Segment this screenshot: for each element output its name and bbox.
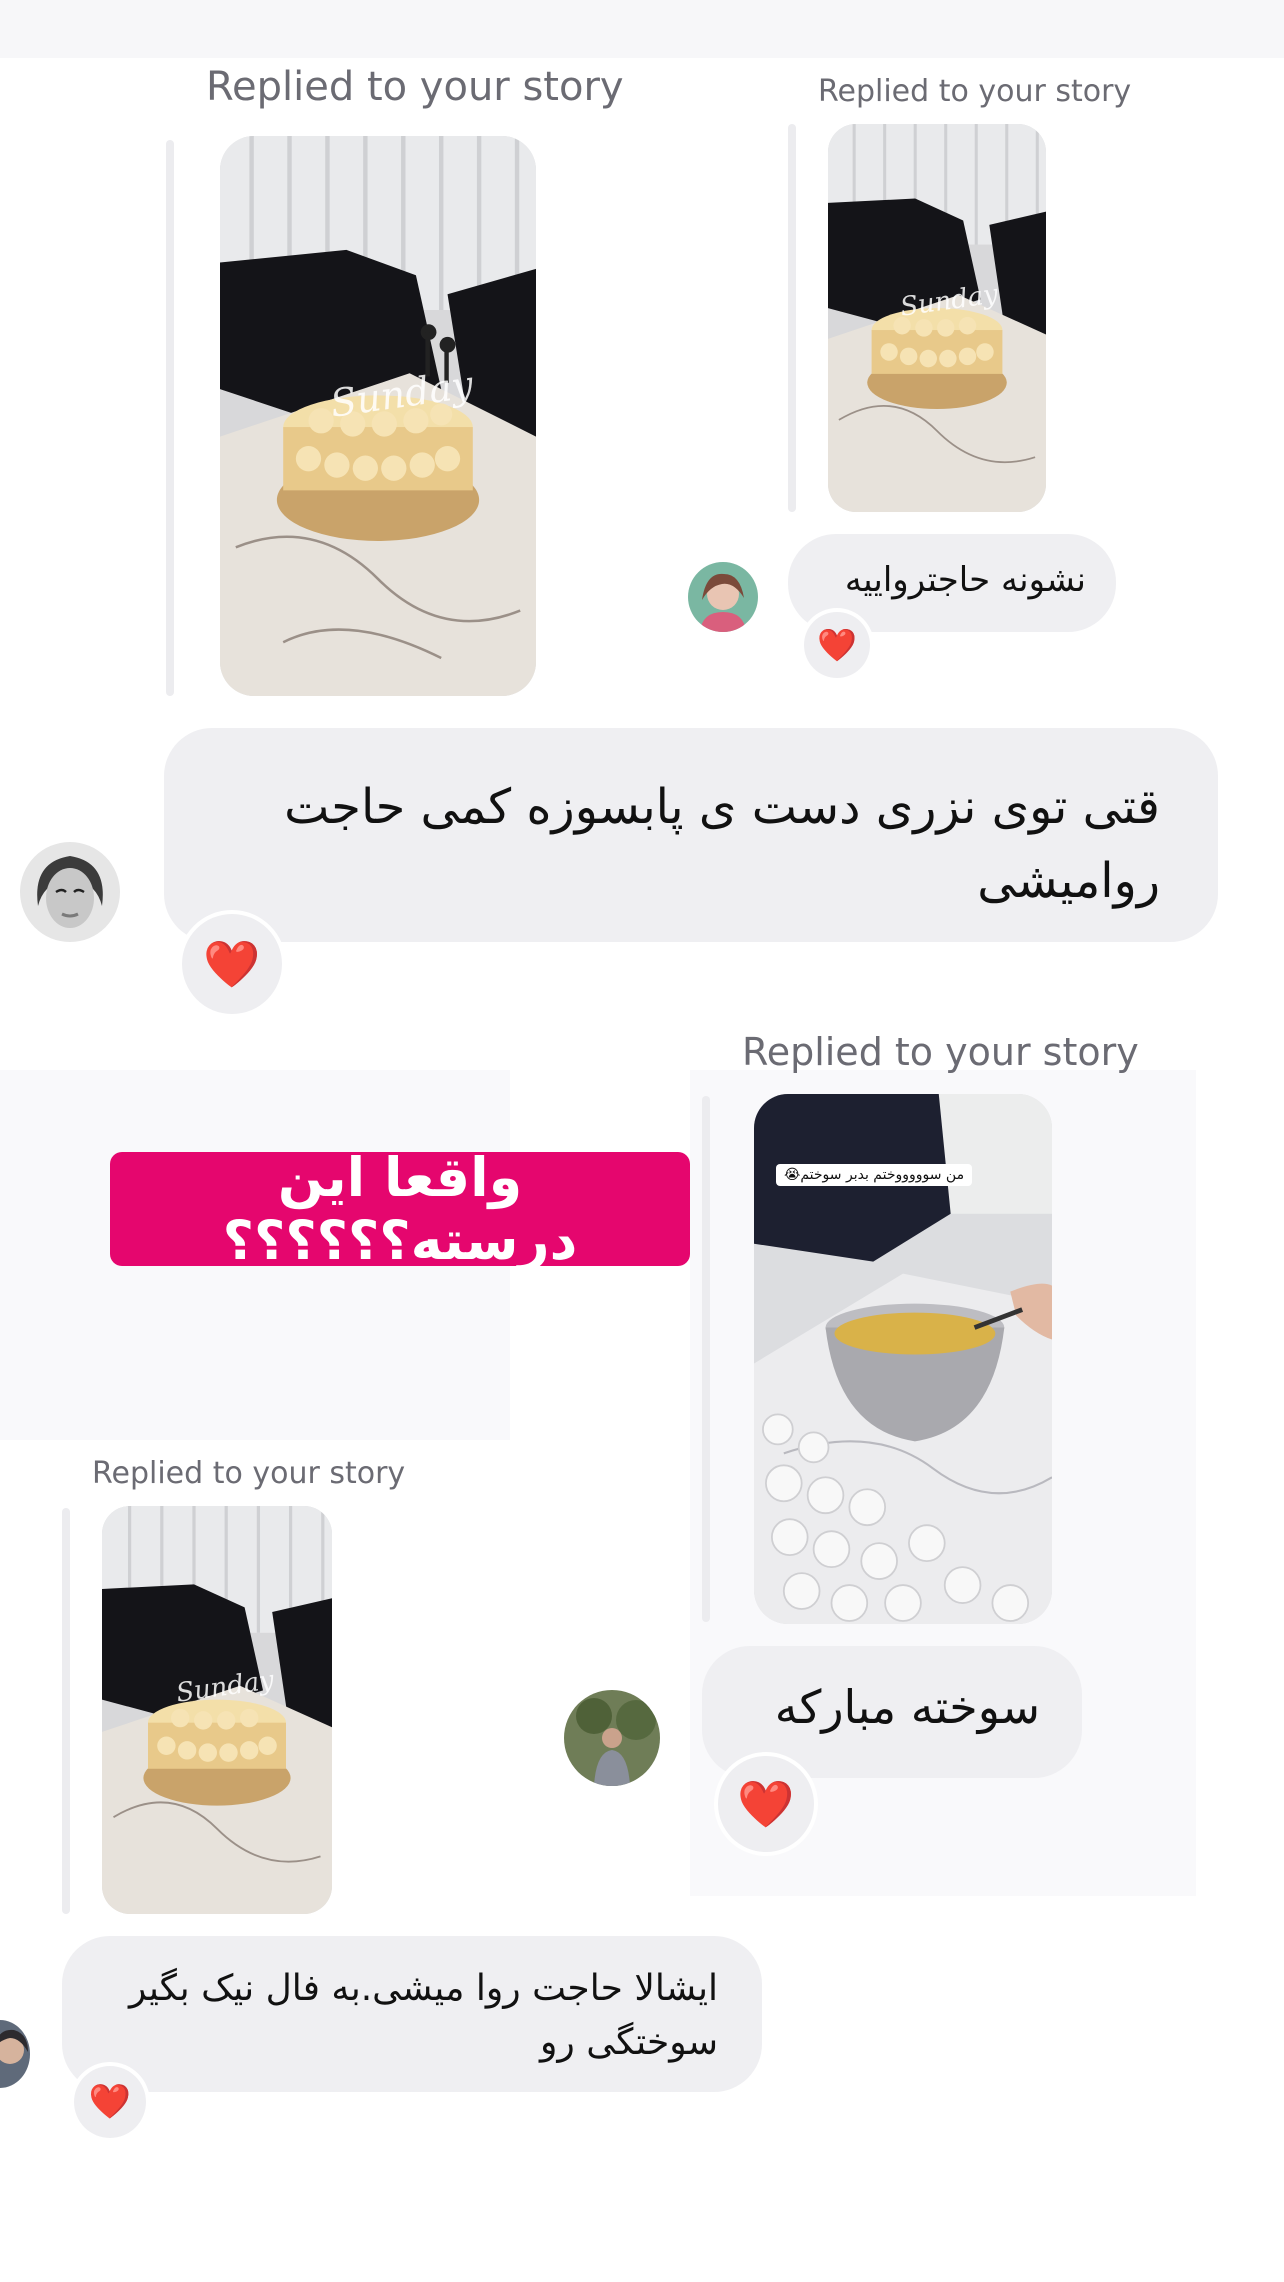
- heart-icon: ❤️: [203, 936, 261, 991]
- avatar-image: [20, 842, 120, 942]
- replied-to-story-label: Replied to your story: [742, 1030, 1139, 1074]
- sticker-text: واقعا این درسته؟؟؟؟؟؟: [222, 1146, 578, 1272]
- heart-icon: ❤️: [737, 1776, 795, 1831]
- reply-rail: [702, 1096, 710, 1622]
- avatar[interactable]: [20, 842, 120, 942]
- avatar-image: [688, 562, 758, 632]
- reply-rail: [166, 140, 174, 696]
- replied-to-story-label: Replied to your story: [92, 1456, 406, 1491]
- top-bar: [0, 0, 1284, 58]
- heart-reaction[interactable]: ❤️: [804, 612, 870, 678]
- heart-reaction[interactable]: ❤️: [74, 2066, 146, 2138]
- avatar[interactable]: [564, 1690, 660, 1786]
- message-bubble[interactable]: قتی توی نزری دست ی پابسوزه کمی حاجت روام…: [164, 728, 1218, 942]
- story-question-sticker: واقعا این درسته؟؟؟؟؟؟: [110, 1146, 690, 1272]
- message-text: ایشالا حاجت روا میشی.به فال نیک بگیر سوخ…: [129, 1968, 718, 2063]
- replied-to-story-label: Replied to your story: [818, 74, 1132, 109]
- message-text: نشونه حاجتروایيه: [844, 560, 1086, 600]
- heart-reaction[interactable]: ❤️: [182, 914, 282, 1014]
- message-text: سوخته مبارکه: [774, 1680, 1040, 1734]
- heart-icon: ❤️: [88, 2082, 132, 2122]
- avatar[interactable]: [0, 2020, 30, 2088]
- avatar-image: [564, 1690, 660, 1786]
- avatar-image: [0, 2020, 30, 2088]
- story-thumbnail[interactable]: [828, 124, 1046, 512]
- reply-rail: [62, 1508, 70, 1914]
- story-thumbnail[interactable]: [102, 1506, 332, 1914]
- story-image: [102, 1506, 332, 1914]
- story-image: [828, 124, 1046, 512]
- message-bubble[interactable]: ایشالا حاجت روا میشی.به فال نیک بگیر سوخ…: [62, 1936, 762, 2092]
- reply-rail: [788, 124, 796, 512]
- story-caption-sticker: من سوووووختم بدبر سوختم😭: [776, 1164, 973, 1186]
- heart-reaction[interactable]: ❤️: [718, 1756, 814, 1852]
- replied-to-story-label: Replied to your story: [206, 64, 624, 110]
- heart-icon: ❤️: [817, 626, 857, 664]
- avatar[interactable]: [688, 562, 758, 632]
- message-text: قتی توی نزری دست ی پابسوزه کمی حاجت روام…: [284, 779, 1160, 910]
